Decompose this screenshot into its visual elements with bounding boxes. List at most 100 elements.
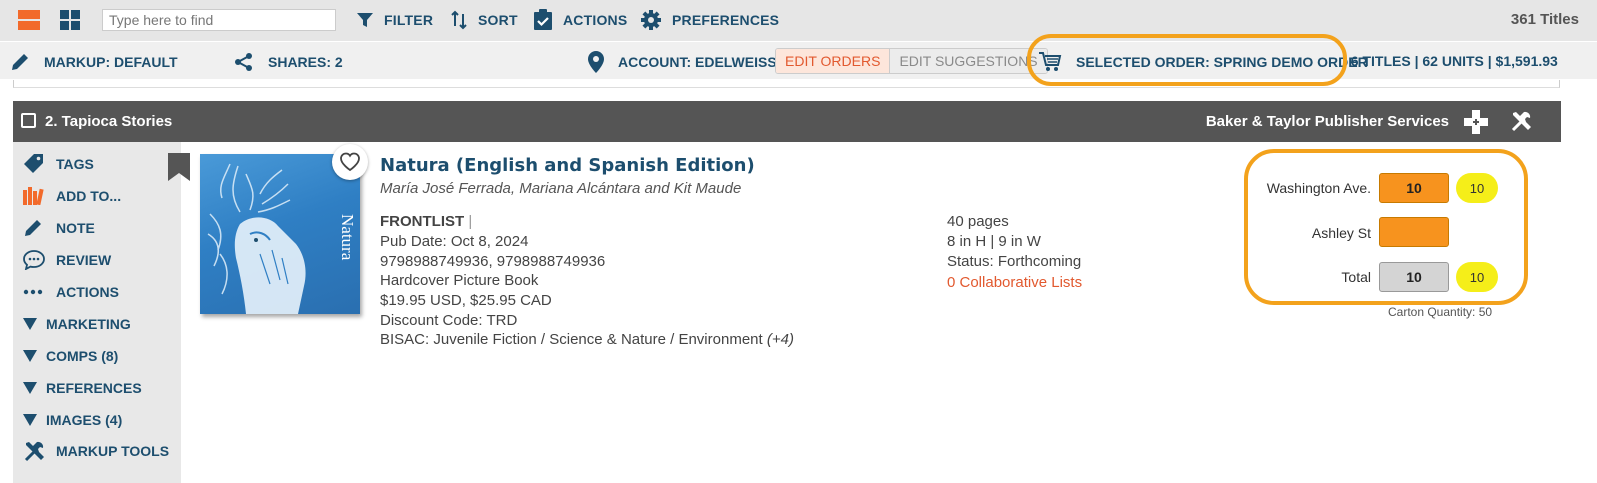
sort-label: SORT: [478, 12, 518, 28]
books-icon: [23, 187, 47, 205]
shares-label: SHARES: 2: [268, 54, 343, 70]
triangle-down-icon: [23, 414, 37, 426]
sidebar-item-markup-tools[interactable]: MARKUP TOOLS: [23, 439, 169, 463]
publisher-name: Baker & Taylor Publisher Services: [1205, 113, 1449, 130]
sidebar-item-label: MARKETING: [46, 316, 131, 332]
sidebar-item-comps[interactable]: COMPS (8): [23, 344, 118, 368]
account-button[interactable]: ACCOUNT: EDELWEISS: [588, 51, 777, 73]
markup-label: MARKUP: DEFAULT: [44, 54, 178, 70]
speech-bubble-icon: [23, 250, 47, 270]
edit-suggestions-button[interactable]: EDIT SUGGESTIONS: [890, 49, 1047, 73]
sidebar-item-label: REVIEW: [56, 252, 112, 268]
book-authors: María José Ferrada, Mariana Alcántara an…: [380, 180, 742, 197]
quantity-input-washington[interactable]: [1379, 173, 1449, 203]
location-label: Washington Ave.: [1266, 180, 1371, 196]
list-view-icon[interactable]: [18, 9, 40, 31]
title-header-bar: 2. Tapioca Stories Baker & Taylor Publis…: [13, 101, 1561, 142]
tools-icon: [23, 439, 47, 463]
edit-mode-toggle: EDIT ORDERS EDIT SUGGESTIONS: [775, 48, 1048, 74]
book-price: $19.95 USD, $25.95 CAD: [380, 292, 552, 309]
sort-button[interactable]: SORT: [450, 8, 518, 32]
sidebar-item-images[interactable]: IMAGES (4): [23, 408, 122, 432]
edit-orders-button[interactable]: EDIT ORDERS: [776, 49, 891, 73]
filter-button[interactable]: FILTER: [356, 8, 433, 32]
discount-code: Discount Code: TRD: [380, 312, 518, 329]
cart-icon: [1039, 52, 1062, 71]
select-title-checkbox[interactable]: [21, 113, 36, 128]
page-count: 40 pages: [947, 213, 1009, 230]
sidebar-item-note[interactable]: NOTE: [23, 216, 95, 240]
sidebar-item-label: ADD TO...: [56, 188, 122, 204]
map-pin-icon: [588, 51, 604, 73]
bookmark-icon[interactable]: [168, 153, 190, 186]
shares-button[interactable]: SHARES: 2: [234, 51, 343, 73]
add-plus-icon[interactable]: [1463, 109, 1489, 140]
selected-order-button[interactable]: SELECTED ORDER: SPRING DEMO ORDER: [1038, 51, 1368, 73]
order-summary: | 6 TITLES | 62 UNITS | $1,591.93: [1343, 53, 1558, 69]
tag-icon: [23, 153, 47, 175]
bisac-more-link[interactable]: (+4): [767, 331, 794, 348]
frontlist-separator: |: [468, 213, 473, 230]
sidebar-item-marketing[interactable]: MARKETING: [23, 312, 131, 336]
dimensions: 8 in H | 9 in W: [947, 233, 1041, 250]
titles-count: 361 Titles: [1510, 11, 1579, 28]
sidebar-item-label: ACTIONS: [56, 284, 119, 300]
pencil-icon: [12, 54, 28, 70]
sidebar-item-label: COMPS (8): [46, 348, 119, 364]
item-sidebar: TAGS ADD TO... NOTE REVIEW ACTIONS MARKE…: [13, 142, 181, 483]
list-title: 2. Tapioca Stories: [45, 113, 173, 130]
preferences-label: PREFERENCES: [672, 12, 780, 28]
cover-title-text: Natura: [338, 214, 357, 261]
book-title-link[interactable]: Natura (English and Spanish Edition): [380, 155, 755, 176]
bisac-line: BISAC: Juvenile Fiction / Science & Natu…: [380, 331, 794, 348]
previous-item-edge: [13, 80, 1560, 88]
sidebar-item-label: TAGS: [56, 156, 94, 172]
tools-icon[interactable]: [1510, 109, 1534, 138]
heart-icon: [340, 152, 360, 172]
clipboard-check-icon: [534, 9, 552, 30]
quantity-input-ashley[interactable]: [1379, 217, 1449, 247]
pub-date: Pub Date: Oct 8, 2024: [380, 233, 529, 250]
book-cover-image[interactable]: Natura: [200, 154, 360, 314]
frontlist-label: FRONTLIST |: [380, 213, 472, 230]
pencil-icon: [23, 218, 47, 238]
favorite-heart-button[interactable]: [332, 144, 368, 180]
filter-label: FILTER: [384, 12, 434, 28]
sidebar-item-references[interactable]: REFERENCES: [23, 376, 142, 400]
share-icon: [235, 53, 252, 71]
sidebar-item-label: REFERENCES: [46, 380, 142, 396]
sidebar-item-add-to[interactable]: ADD TO...: [23, 184, 121, 208]
sort-icon: [451, 10, 467, 30]
search-input[interactable]: [102, 9, 336, 31]
book-format: Hardcover Picture Book: [380, 272, 539, 289]
gear-icon: [641, 10, 661, 30]
isbn-list: 9798988749936, 9798988749936: [380, 253, 606, 270]
bisac-text: BISAC: Juvenile Fiction / Science & Natu…: [380, 331, 763, 348]
sidebar-item-label: NOTE: [56, 220, 95, 236]
markup-button[interactable]: MARKUP: DEFAULT: [10, 51, 178, 73]
sidebar-item-tags[interactable]: TAGS: [23, 152, 94, 176]
actions-button[interactable]: ACTIONS: [533, 8, 627, 32]
total-suggested-badge: 10: [1456, 262, 1498, 292]
frontlist-text: FRONTLIST: [380, 213, 465, 230]
total-quantity-field: [1379, 262, 1449, 292]
top-toolbar: FILTER SORT ACTIONS PREFERENCES 361 Titl…: [0, 0, 1597, 41]
sidebar-item-label: IMAGES (4): [46, 412, 123, 428]
triangle-down-icon: [23, 382, 37, 394]
sidebar-item-review[interactable]: REVIEW: [23, 248, 111, 272]
sidebar-item-actions[interactable]: ACTIONS: [23, 280, 119, 304]
book-status: Status: Forthcoming: [947, 253, 1082, 270]
collaborative-lists-link[interactable]: 0 Collaborative Lists: [947, 274, 1082, 291]
sidebar-item-label: MARKUP TOOLS: [56, 443, 170, 459]
grid-view-icon[interactable]: [60, 9, 82, 31]
suggested-qty-badge: 10: [1456, 173, 1498, 203]
selected-order-label: SELECTED ORDER: SPRING DEMO ORDER: [1076, 54, 1368, 70]
triangle-down-icon: [23, 350, 37, 362]
actions-label: ACTIONS: [563, 12, 628, 28]
filter-icon: [357, 13, 373, 27]
preferences-button[interactable]: PREFERENCES: [640, 8, 779, 32]
triangle-down-icon: [23, 318, 37, 330]
order-bar: MARKUP: DEFAULT SHARES: 2 ACCOUNT: EDELW…: [0, 41, 1597, 79]
carton-quantity: Carton Quantity: 50: [1388, 305, 1493, 319]
total-label: Total: [1341, 269, 1371, 285]
